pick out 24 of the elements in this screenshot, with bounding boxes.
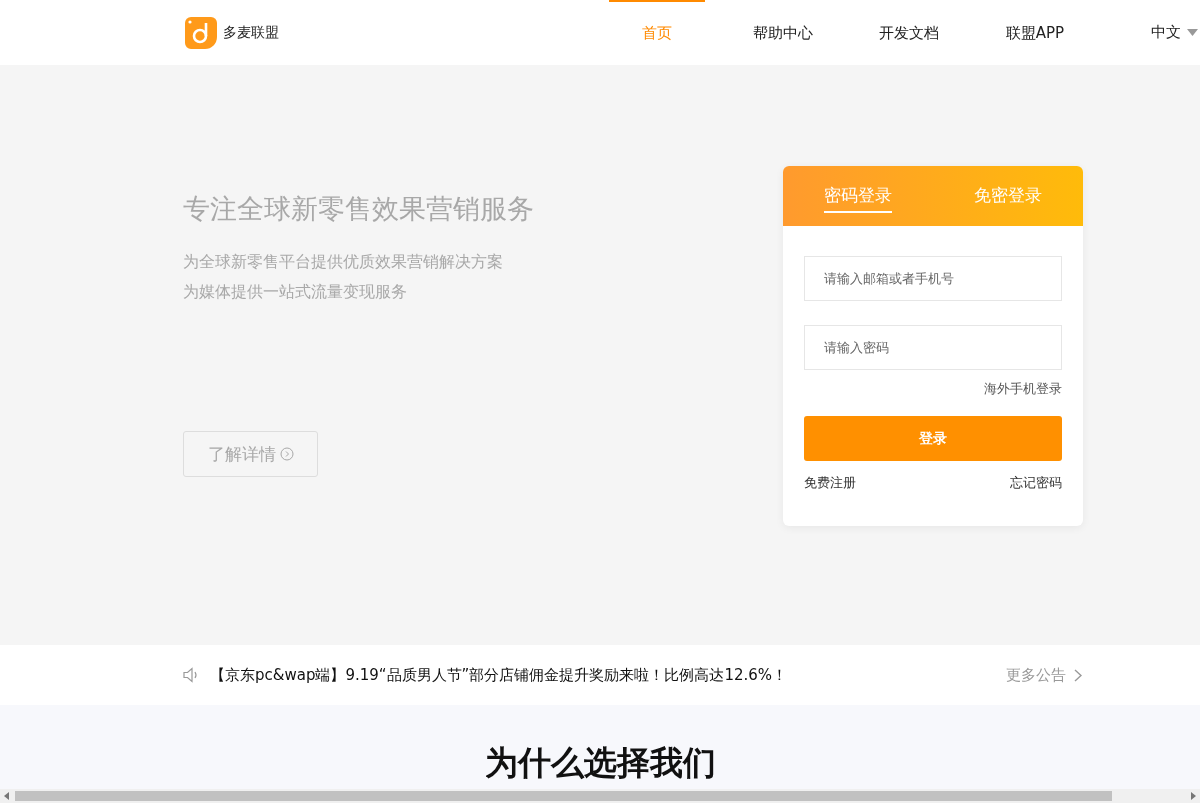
register-link[interactable]: 免费注册 xyxy=(804,474,856,492)
forgot-password-link[interactable]: 忘记密码 xyxy=(1010,474,1062,492)
hero-title: 专注全球新零售效果营销服务 xyxy=(183,192,535,226)
nav-link[interactable]: 帮助中心 xyxy=(735,0,831,65)
input-field[interactable]: 请输入邮箱或者手机号 xyxy=(804,256,1062,301)
arrow-circle-icon xyxy=(279,447,294,461)
brand-name: 多麦联盟 xyxy=(223,23,279,42)
caret-icon xyxy=(1187,29,1198,36)
logo-icon xyxy=(185,16,217,49)
nav-link[interactable]: 开发文档 xyxy=(861,0,957,65)
input-field[interactable]: 请输入密码 xyxy=(804,325,1062,370)
hero-subtitle: 为媒体提供一站式流量变现服务 xyxy=(183,281,408,303)
chevron-right-icon xyxy=(1074,668,1082,682)
nav-link[interactable]: 联盟APP xyxy=(987,0,1083,65)
language-selector[interactable]: 中文 xyxy=(1151,0,1198,65)
speaker-icon xyxy=(183,667,200,683)
announcement-text[interactable]: 【京东pc&wap端】9.19“品质男人节”部分店铺佣金提升奖励来啦！比例高达12.6%！ xyxy=(210,665,996,685)
hero-subtitle: 为全球新零售平台提供优质效果营销解决方案 xyxy=(183,251,504,273)
scroll-right-icon[interactable] xyxy=(1190,792,1196,800)
scroll-left-icon[interactable] xyxy=(4,792,10,800)
section-title: 为什么选择我们 xyxy=(484,742,716,784)
horizontal-scrollbar[interactable] xyxy=(0,789,1200,803)
scrollbar-thumb[interactable] xyxy=(15,791,1112,801)
overseas-login-link[interactable]: 海外手机登录 xyxy=(984,380,1062,398)
